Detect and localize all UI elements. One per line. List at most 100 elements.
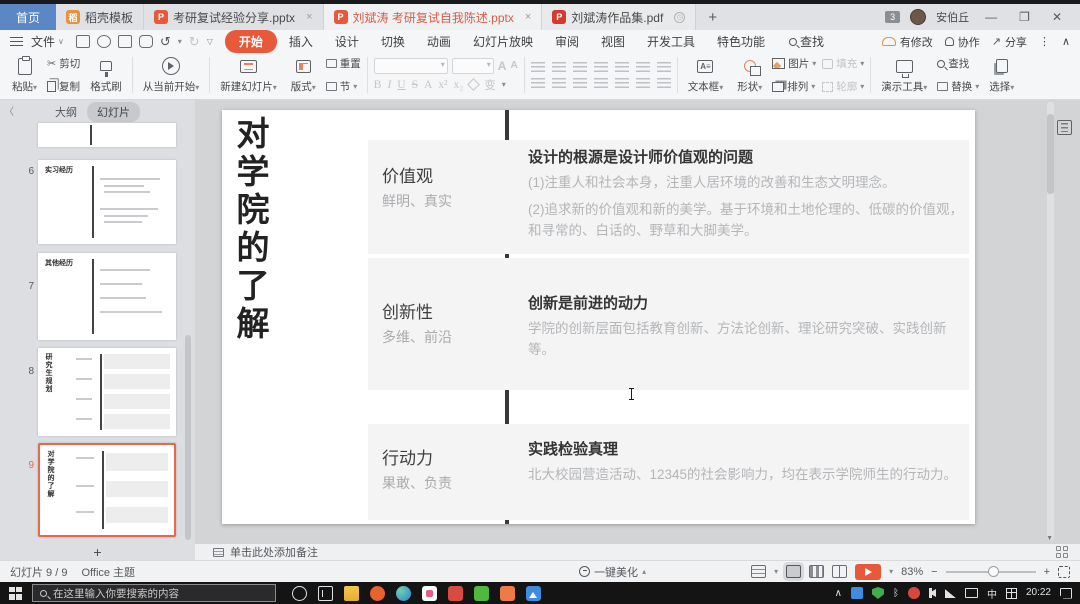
clear-format-icon[interactable] <box>467 78 480 91</box>
ime-mode-icon[interactable] <box>1006 588 1017 599</box>
username[interactable]: 安伯丘 <box>936 9 969 25</box>
meeting-app-icon[interactable] <box>526 586 541 601</box>
align-top-icon[interactable] <box>636 78 650 89</box>
minimize-button[interactable]: — <box>979 10 1003 24</box>
menu-tab-insert[interactable]: 插入 <box>279 31 323 52</box>
browser-app-icon[interactable] <box>370 586 385 601</box>
decrease-indent-icon[interactable] <box>573 62 587 73</box>
underline-button[interactable]: U <box>397 79 405 91</box>
text-direction-icon[interactable] <box>636 62 650 73</box>
tab-home[interactable]: 首页 <box>0 4 56 30</box>
volume-icon[interactable] <box>929 589 936 597</box>
justify-icon[interactable] <box>594 78 608 89</box>
security-shield-icon[interactable] <box>872 587 884 599</box>
reading-view-icon[interactable] <box>832 565 847 578</box>
share-button[interactable]: ↗分享 <box>992 34 1027 50</box>
new-tab-button[interactable]: + <box>696 4 729 30</box>
notes-view-icon[interactable] <box>751 565 766 578</box>
slide-canvas[interactable]: 对学院的了解 价值观 鲜明、真实 设计的根源是设计师价值观的问题 (1)注重人和… <box>195 100 1080 544</box>
font-color-button[interactable]: A <box>424 79 432 91</box>
slide-row-innovation[interactable]: 创新性 多维、前沿 创新是前进的动力 学院的创新层面包括教育创新、方法论创新、理… <box>368 258 969 390</box>
save-icon[interactable] <box>76 35 90 48</box>
slide-thumbnail-9-selected[interactable]: 对学院的了解 <box>38 443 176 537</box>
keyboard-icon[interactable] <box>965 588 978 598</box>
increase-indent-icon[interactable] <box>594 62 608 73</box>
tab-pdf-document[interactable]: P 刘斌涛作品集.pdf ◷ <box>542 4 696 30</box>
more-options-icon[interactable]: ⋮ <box>1039 35 1050 48</box>
slide-sorter-icon[interactable] <box>809 565 824 578</box>
presentation-tools-button[interactable]: 演示工具▾ <box>877 55 931 95</box>
menu-tab-special-features[interactable]: 特色功能 <box>707 31 775 52</box>
slide-editor[interactable]: 对学院的了解 价值观 鲜明、真实 设计的根源是设计师价值观的问题 (1)注重人和… <box>222 110 975 524</box>
textbox-button[interactable]: A≡文本框▾ <box>684 55 728 95</box>
tray-expand-icon[interactable]: ∧ <box>835 588 842 599</box>
clock[interactable]: 20:22 <box>1026 588 1051 598</box>
section-button[interactable]: 节▾ <box>326 79 361 94</box>
network-icon[interactable] <box>945 589 956 598</box>
slide-thumbnail-partial[interactable] <box>38 123 176 147</box>
font-family-select[interactable] <box>374 58 448 74</box>
arrange-button[interactable]: 排列▾ <box>772 79 816 94</box>
zoom-in-icon[interactable]: + <box>1044 566 1050 578</box>
slideshow-play-button[interactable] <box>855 564 881 580</box>
task-view-icon[interactable] <box>318 586 333 601</box>
zoom-slider[interactable] <box>946 571 1036 573</box>
align-bottom-icon[interactable] <box>657 78 671 89</box>
cut-button[interactable]: ✂剪切 <box>47 56 80 71</box>
fit-slide-icon[interactable] <box>1058 566 1070 578</box>
cortana-icon[interactable] <box>292 586 307 601</box>
properties-panel-icon[interactable] <box>1057 120 1072 135</box>
increase-font-icon[interactable]: A <box>498 59 507 73</box>
theme-name[interactable]: Office 主题 <box>81 564 135 580</box>
scroll-down-icon[interactable]: ▼ <box>1046 535 1053 542</box>
undo-icon[interactable]: ↺ <box>160 34 171 50</box>
outline-button[interactable]: 轮廓▾ <box>822 79 864 94</box>
superscript-button[interactable]: x² <box>438 79 447 91</box>
tab-document-active[interactable]: P 刘斌涛 考研复试自我陈述.pptx × <box>324 4 543 30</box>
numbering-icon[interactable] <box>552 62 566 73</box>
cloud-status[interactable]: 有修改 <box>882 34 933 50</box>
outline-tab[interactable]: 大纲 <box>55 104 77 120</box>
bullets-icon[interactable] <box>531 62 545 73</box>
close-tab-icon[interactable]: × <box>306 11 312 23</box>
paste-button[interactable]: 粘贴▾ <box>8 55 41 95</box>
grid-view-icon[interactable] <box>1056 546 1068 558</box>
orange-app-icon[interactable] <box>500 586 515 601</box>
ime-language-indicator[interactable]: 中 <box>987 586 997 601</box>
tab-document-1[interactable]: P 考研复试经验分享.pptx × <box>144 4 323 30</box>
slide-thumbnail-8[interactable]: 研究生规划 <box>38 348 176 436</box>
redo-icon[interactable]: ↻ <box>189 34 200 50</box>
layout-button[interactable]: 版式▾ <box>287 55 320 95</box>
notes-bar[interactable]: 单击此处添加备注 <box>195 544 1080 560</box>
edge-icon[interactable] <box>396 586 411 601</box>
align-right-icon[interactable] <box>573 78 587 89</box>
output-icon[interactable] <box>97 35 111 48</box>
slide-thumbnail-7[interactable]: 其他经历 <box>38 253 176 340</box>
format-painter-button[interactable]: 格式刷 <box>86 55 126 95</box>
copy-button[interactable]: 复制 <box>47 79 80 94</box>
print-icon[interactable] <box>118 35 132 48</box>
new-slide-button[interactable]: 新建幻灯片▾ <box>216 55 281 95</box>
reset-button[interactable]: 重置 <box>326 56 361 71</box>
zoom-slider-knob[interactable] <box>988 566 999 577</box>
customize-toolbar-icon[interactable]: ▽ <box>207 37 213 46</box>
menu-tab-slideshow[interactable]: 幻灯片放映 <box>463 31 543 52</box>
red-tray-icon[interactable] <box>908 587 920 599</box>
collapse-ribbon-icon[interactable]: ∧ <box>1062 35 1070 48</box>
canvas-scrollbar[interactable] <box>1047 102 1054 540</box>
find-button[interactable]: 查找 <box>937 56 979 71</box>
pink-app-icon[interactable] <box>422 586 437 601</box>
replace-button[interactable]: 替换▾ <box>937 79 979 94</box>
slide-row-action[interactable]: 行动力 果敢、负责 实践检验真理 北大校园营造活动、12345的社会影响力，均在… <box>368 424 969 520</box>
shapes-button[interactable]: 形状▾ <box>733 55 766 95</box>
menu-tab-animation[interactable]: 动画 <box>417 31 461 52</box>
slides-tab[interactable]: 幻灯片 <box>87 102 140 122</box>
print-preview-icon[interactable] <box>139 35 153 48</box>
italic-button[interactable]: I <box>387 79 391 91</box>
start-button[interactable] <box>9 587 22 600</box>
file-menu[interactable]: 文件∨ <box>31 33 64 50</box>
line-spacing-icon[interactable] <box>615 62 629 73</box>
slide-thumbnail-6[interactable]: 实习经历 <box>38 160 176 244</box>
menu-tab-home[interactable]: 开始 <box>225 30 277 53</box>
undo-caret-icon[interactable]: ▾ <box>178 37 182 46</box>
